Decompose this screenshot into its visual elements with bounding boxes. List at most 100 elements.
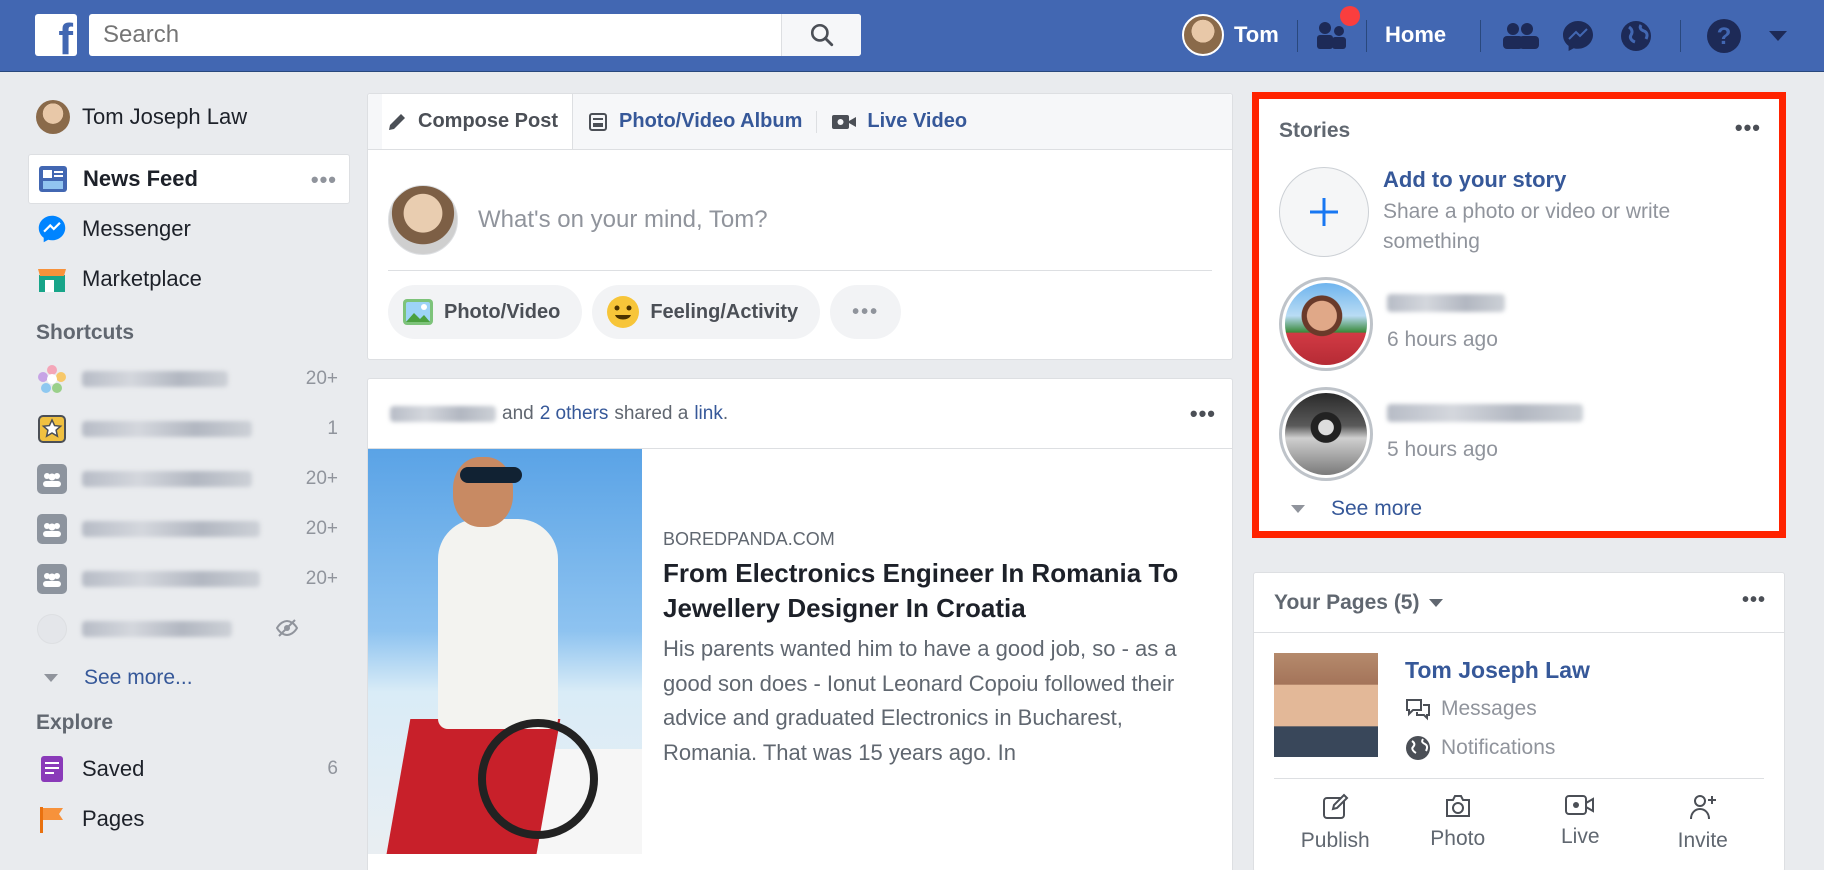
publish-button[interactable]: Publish — [1285, 793, 1385, 853]
sidebar-item-messenger[interactable]: Messenger — [28, 204, 350, 254]
flower-icon — [36, 363, 68, 395]
group-icon — [36, 563, 68, 595]
add-story-title: Add to your story — [1383, 167, 1567, 192]
stories-panel: Stories ••• Add to your story Share a ph… — [1252, 92, 1786, 538]
story-text: 5 hours ago — [1387, 403, 1727, 465]
composer-tabs: Compose Post Photo/Video Album Live Vide… — [368, 94, 1232, 150]
your-pages-panel: Your Pages (5) ••• Tom Joseph Law Messag… — [1253, 572, 1785, 870]
page-messages-link[interactable]: Messages — [1405, 697, 1537, 721]
composer-input-area[interactable]: What's on your mind, Tom? — [368, 150, 1232, 270]
search-bar — [89, 14, 861, 56]
profile-link[interactable]: Tom — [1182, 14, 1279, 56]
sidebar-item-news-feed[interactable]: News Feed ••• — [28, 154, 350, 204]
photo-video-button[interactable]: Photo/Video — [388, 285, 583, 339]
shortcut-name-blurred — [82, 571, 260, 587]
stories-heading: Stories — [1279, 119, 1351, 142]
search-input[interactable] — [89, 14, 781, 56]
shortcut-item[interactable]: 1 — [28, 404, 350, 454]
chevron-down-icon[interactable] — [1758, 16, 1798, 56]
story-item[interactable]: 5 hours ago — [1279, 387, 1727, 481]
avatar — [388, 185, 458, 255]
feeling-activity-button[interactable]: Feeling/Activity — [592, 285, 821, 339]
profile-name: Tom — [1234, 22, 1279, 47]
facebook-logo[interactable]: f — [35, 14, 77, 56]
search-button[interactable] — [781, 14, 861, 56]
sidebar-item-saved[interactable]: Saved 6 — [28, 744, 350, 794]
post-composer: Compose Post Photo/Video Album Live Vide… — [367, 93, 1233, 360]
messenger-icon — [36, 213, 68, 245]
live-video-icon — [1565, 795, 1595, 815]
shortcut-count: 20+ — [305, 468, 338, 489]
feeling-activity-label: Feeling/Activity — [650, 300, 799, 323]
more-options-button[interactable]: ••• — [830, 285, 902, 339]
others-link[interactable]: 2 others — [540, 403, 609, 425]
notifications-label: Notifications — [1441, 736, 1556, 759]
your-pages-header[interactable]: Your Pages (5) ••• — [1254, 573, 1784, 633]
story-time: 5 hours ago — [1387, 437, 1498, 461]
shortcut-item[interactable] — [28, 604, 350, 654]
divider — [1366, 20, 1367, 52]
messages-label: Messages — [1441, 697, 1537, 720]
sidebar-item-label: Messenger — [82, 216, 191, 241]
sidebar-item-label: Saved — [82, 756, 145, 781]
avatar — [1285, 393, 1367, 475]
add-person-icon — [1689, 795, 1716, 820]
edit-icon — [1323, 793, 1349, 819]
avatar — [1182, 14, 1224, 56]
tab-compose-post[interactable]: Compose Post — [382, 94, 574, 149]
shortcut-item[interactable]: 20+ — [28, 354, 350, 404]
link-description: His parents wanted him to have a good jo… — [663, 636, 1177, 765]
story-item[interactable]: 6 hours ago — [1279, 277, 1727, 371]
chevron-down-icon — [44, 674, 58, 682]
tab-live-video[interactable]: Live Video — [817, 94, 981, 149]
left-nav-profile-name: Tom Joseph Law — [82, 104, 248, 129]
invite-label: Invite — [1677, 829, 1728, 852]
pages-options-icon[interactable]: ••• — [1742, 589, 1766, 612]
stories-see-more[interactable]: See more — [1291, 497, 1422, 521]
messenger-icon[interactable] — [1558, 16, 1598, 56]
tab-photo-video-album[interactable]: Photo/Video Album — [573, 94, 816, 149]
shortcut-item[interactable]: 20+ — [28, 454, 350, 504]
story-name-blurred — [1387, 403, 1583, 422]
invite-button[interactable]: Invite — [1653, 793, 1753, 853]
link-link[interactable]: link — [694, 403, 723, 425]
story-name-blurred — [1387, 293, 1505, 312]
post-options-icon[interactable]: ••• — [1190, 401, 1216, 427]
star-icon — [36, 413, 68, 445]
shortcut-name-blurred — [82, 521, 260, 537]
friends-icon[interactable] — [1500, 16, 1540, 56]
shortcut-item[interactable]: 20+ — [28, 554, 350, 604]
left-nav-profile[interactable]: Tom Joseph Law — [28, 92, 350, 142]
image-shape — [460, 467, 522, 483]
news-feed-icon — [37, 163, 69, 195]
link-preview-text[interactable]: BOREDPANDA.COM From Electronics Engineer… — [663, 529, 1223, 770]
page-notifications-link[interactable]: Notifications — [1405, 735, 1555, 761]
live-button[interactable]: Live — [1530, 793, 1630, 853]
video-camera-icon — [832, 114, 857, 129]
sidebar-item-label: Pages — [82, 806, 145, 831]
add-story-button[interactable] — [1279, 167, 1369, 257]
link-preview-image[interactable] — [368, 449, 642, 854]
sidebar-item-pages[interactable]: Pages — [28, 794, 350, 844]
page-avatar[interactable] — [1274, 653, 1378, 757]
chat-bubbles-icon — [1406, 699, 1430, 721]
home-link[interactable]: Home — [1385, 22, 1446, 48]
author-name-blurred[interactable] — [390, 405, 496, 422]
shortcut-count: 20+ — [305, 518, 338, 539]
page-name[interactable]: Tom Joseph Law — [1405, 657, 1590, 684]
see-more-label: See more... — [84, 666, 193, 689]
group-icon — [36, 463, 68, 495]
add-to-story[interactable]: Add to your story Share a photo or video… — [1279, 167, 1723, 257]
more-options-icon[interactable]: ••• — [311, 167, 337, 193]
flag-icon — [36, 803, 68, 835]
help-icon[interactable]: ? — [1704, 16, 1744, 56]
stories-options-icon[interactable]: ••• — [1735, 115, 1761, 141]
shortcut-item[interactable]: 20+ — [28, 504, 350, 554]
photo-button[interactable]: Photo — [1408, 793, 1508, 853]
live-label: Live — [1560, 825, 1600, 848]
see-more-shortcuts[interactable]: See more... — [28, 654, 350, 702]
sidebar-item-marketplace[interactable]: Marketplace — [28, 254, 350, 304]
album-icon — [589, 112, 608, 131]
globe-icon — [1406, 736, 1430, 760]
globe-icon[interactable] — [1616, 16, 1656, 56]
